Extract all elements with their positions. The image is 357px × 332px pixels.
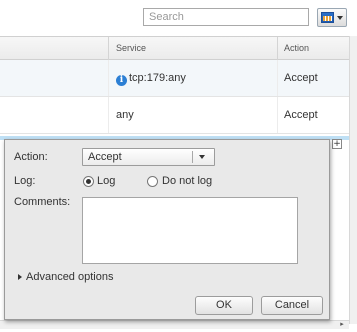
table-header: Service Action — [0, 36, 349, 60]
comments-label: Comments: — [14, 196, 71, 208]
comments-textarea[interactable] — [82, 197, 298, 264]
action-label: Action: — [14, 151, 48, 163]
cancel-button[interactable]: Cancel — [261, 296, 323, 315]
column-divider[interactable] — [277, 37, 278, 60]
chevron-down-icon — [199, 155, 205, 159]
service-cell: i tcp:179:any — [116, 72, 186, 86]
info-icon[interactable]: i — [116, 75, 127, 86]
do-not-log-option-label[interactable]: Do not log — [162, 175, 212, 187]
expand-icon[interactable]: + — [332, 139, 342, 149]
cell-divider — [108, 97, 109, 133]
rule-edit-dialog: Action: Accept Log: Log Do not log Comme… — [4, 139, 330, 320]
toolbar — [0, 0, 357, 36]
action-cell: Accept — [284, 109, 318, 121]
cell-divider — [277, 60, 278, 96]
search-input[interactable] — [144, 9, 308, 25]
view-options-button[interactable] — [317, 8, 347, 27]
select-divider — [192, 151, 193, 163]
advanced-options-toggle[interactable]: Advanced options — [18, 271, 113, 283]
column-header-action[interactable]: Action — [284, 43, 309, 53]
advanced-options-label: Advanced options — [26, 271, 114, 283]
ok-button[interactable]: OK — [195, 296, 253, 315]
grid-view-icon — [321, 12, 334, 23]
table-row[interactable]: any Accept — [0, 97, 349, 134]
search-field[interactable] — [143, 8, 309, 26]
column-divider[interactable] — [108, 37, 109, 60]
vertical-scrollbar[interactable] — [349, 36, 357, 324]
log-radio[interactable] — [83, 176, 94, 187]
action-cell: Accept — [284, 72, 318, 84]
cell-divider — [108, 60, 109, 96]
table-row[interactable]: i tcp:179:any Accept — [0, 60, 349, 97]
service-cell: any — [116, 109, 134, 121]
service-value: tcp:179:any — [129, 72, 186, 84]
log-option-label[interactable]: Log — [97, 175, 115, 187]
scroll-right-arrow-icon[interactable]: ▸ — [337, 321, 347, 329]
chevron-down-icon — [337, 16, 343, 20]
log-label: Log: — [14, 175, 36, 187]
column-header-service[interactable]: Service — [116, 43, 146, 53]
do-not-log-radio[interactable] — [147, 176, 158, 187]
action-select-value: Accept — [88, 151, 122, 163]
action-select[interactable]: Accept — [82, 148, 215, 166]
horizontal-scrollbar[interactable]: ▸ — [0, 320, 349, 329]
cell-divider — [277, 97, 278, 133]
chevron-right-icon — [18, 274, 22, 280]
